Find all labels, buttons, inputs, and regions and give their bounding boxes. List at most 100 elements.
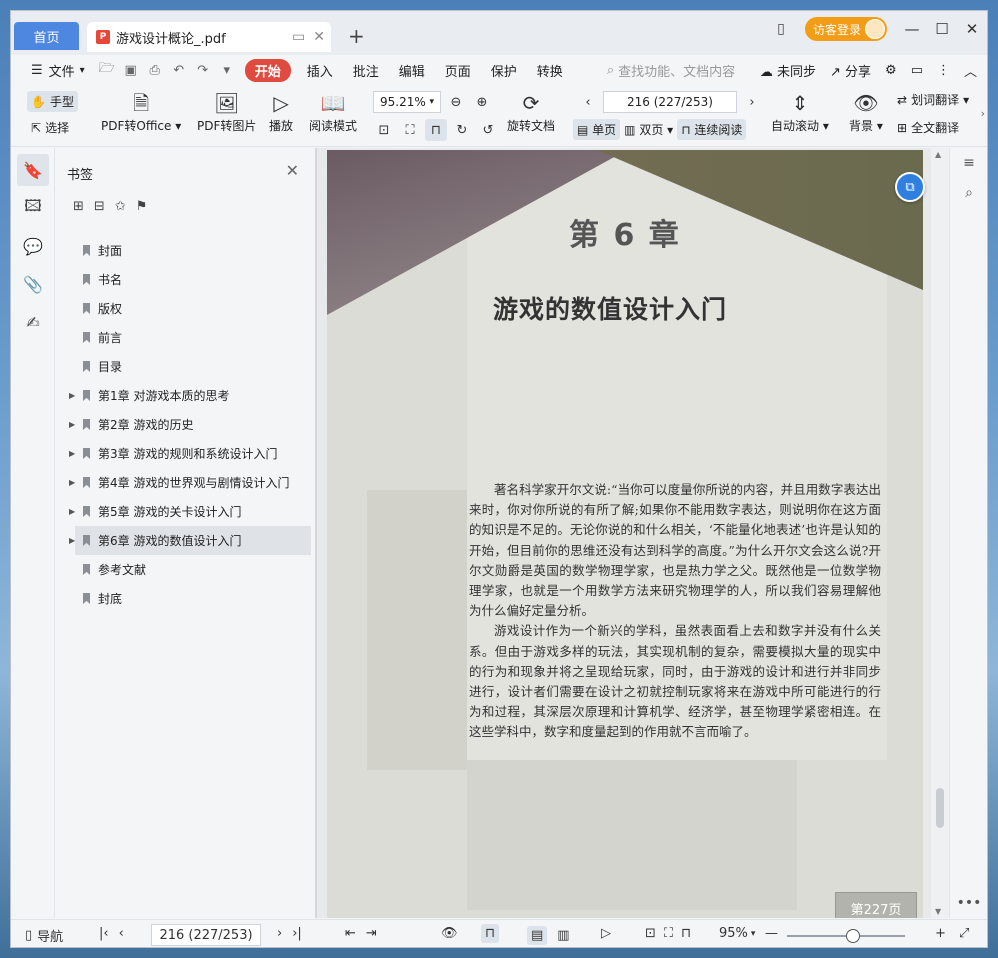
new-tab-button[interactable]: +	[348, 24, 365, 48]
scrollbar-thumb[interactable]	[936, 788, 944, 828]
background-button[interactable]: 👁 背景 ▾	[849, 89, 883, 134]
layout-icon[interactable]: ▯	[767, 21, 795, 37]
maximize-button[interactable]: ☐	[927, 20, 957, 38]
rotate-left-icon[interactable]: ↺	[477, 119, 499, 141]
add-bookmark-icon[interactable]: ⊞	[73, 199, 84, 214]
actual-size-icon[interactable]: ⊡	[645, 926, 656, 941]
signature-icon[interactable]: ✍	[17, 306, 49, 338]
bookmark-item[interactable]: ▶ 第5章 游戏的关卡设计入门	[69, 497, 311, 526]
double-page-button[interactable]: ▥ 双页 ▾	[624, 121, 673, 138]
first-page-icon[interactable]: |‹	[99, 926, 109, 941]
pdf-to-image-button[interactable]: 🖼 PDF转图片	[197, 89, 256, 134]
back-view-icon[interactable]: ⇤	[345, 926, 356, 941]
zoom-in-icon[interactable]: +	[935, 926, 946, 941]
fit-page-icon[interactable]: ⛶	[399, 119, 421, 141]
auto-scroll-button[interactable]: ⇕ 自动滚动 ▾	[771, 89, 829, 134]
page-input[interactable]: 216 (227/253)	[603, 91, 737, 113]
minimize-button[interactable]: —	[897, 20, 927, 38]
print-icon[interactable]: ⎙	[143, 63, 167, 78]
previous-page-icon[interactable]: ‹	[577, 91, 599, 113]
forward-view-icon[interactable]: ⇥	[366, 926, 377, 941]
add-child-bookmark-icon[interactable]: ⊟	[94, 199, 105, 214]
scroll-up-icon[interactable]: ▲	[935, 150, 941, 159]
bookmark-item[interactable]: 参考文献	[75, 555, 311, 584]
hand-tool-button[interactable]: ✋ 手型	[27, 91, 78, 112]
bookmark-item[interactable]: 版权	[75, 294, 311, 323]
more-down-icon[interactable]: ▾	[215, 63, 239, 78]
open-folder-icon[interactable]: 🗁	[95, 59, 119, 81]
vertical-scrollbar[interactable]: ▲ ▼	[931, 148, 949, 918]
expand-arrow-icon[interactable]: ▶	[69, 449, 75, 458]
word-translate-button[interactable]: ⇄ 划词翻译 ▾	[897, 91, 969, 108]
read-mode-button[interactable]: 📖 阅读模式	[309, 89, 357, 134]
pdf-to-office-button[interactable]: 🗎 PDF转Office ▾	[101, 89, 181, 134]
collapse-ribbon-icon[interactable]: ︿	[964, 61, 977, 80]
search-box[interactable]: ⌕ 查找功能、文档内容	[597, 61, 745, 80]
file-menu[interactable]: ☰ 文件 ▾	[21, 61, 95, 80]
expand-arrow-icon[interactable]: ▶	[69, 507, 75, 516]
menu-page[interactable]: 页面	[435, 61, 481, 80]
menu-insert[interactable]: 插入	[297, 61, 343, 80]
document-viewport[interactable]: 第 6 章 游戏的数值设计入门 著名科学家开尔文说:“当你可以度量你所说的内容，…	[317, 148, 949, 918]
share-button[interactable]: ↗ 分享	[830, 61, 871, 80]
bookmark-item[interactable]: ▶ 第1章 对游戏本质的思考	[69, 381, 311, 410]
zoom-slider-handle[interactable]	[846, 929, 860, 943]
menu-edit[interactable]: 编辑	[389, 61, 435, 80]
eye-protection-icon[interactable]: 👁	[441, 926, 458, 941]
actual-size-icon[interactable]: ⊡	[373, 119, 395, 141]
chevron-right-icon[interactable]: ›	[981, 107, 985, 120]
menu-start[interactable]: 开始	[244, 58, 291, 82]
scroll-down-icon[interactable]: ▼	[935, 907, 941, 916]
bookmark-panel-icon[interactable]: 🔖	[17, 154, 49, 186]
single-page-button[interactable]: ▤ 单页	[573, 119, 621, 140]
fit-page-icon[interactable]: ⛶	[664, 926, 673, 941]
pin-tab-icon[interactable]: ▭	[292, 29, 305, 45]
bookmark-item[interactable]: ▶ 第4章 游戏的世界观与剧情设计入门	[69, 468, 311, 497]
expand-arrow-icon[interactable]: ▶	[69, 391, 75, 400]
bookmark-star-icon[interactable]: ✩	[115, 199, 126, 214]
zoom-out-icon[interactable]: —	[765, 926, 778, 941]
comment-icon[interactable]: ▭	[911, 63, 923, 78]
expand-arrow-icon[interactable]: ▶	[69, 536, 75, 545]
select-tool-button[interactable]: ⇱ 选择	[31, 119, 69, 136]
bookmark-item[interactable]: ▶ 第2章 游戏的历史	[69, 410, 311, 439]
next-page-icon[interactable]: ›	[277, 926, 282, 941]
fullscreen-icon[interactable]: ⤢	[959, 926, 969, 941]
menu-lines-icon[interactable]: ≡	[950, 148, 987, 178]
bookmark-flag-icon[interactable]: ⚑	[136, 199, 148, 214]
full-translate-button[interactable]: ⊞ 全文翻译	[897, 119, 959, 136]
bookmark-item[interactable]: 封面	[75, 236, 311, 265]
zoom-select[interactable]: 95% ▾	[719, 926, 755, 941]
last-page-icon[interactable]: ›|	[292, 926, 302, 941]
close-tab-icon[interactable]: ✕	[313, 29, 325, 45]
zoom-in-icon[interactable]: ⊕	[471, 91, 493, 113]
bookmark-item[interactable]: 前言	[75, 323, 311, 352]
play-icon[interactable]: ▷	[601, 926, 611, 941]
previous-page-icon[interactable]: ‹	[119, 926, 124, 941]
search-text-icon[interactable]: ⌕	[950, 178, 987, 208]
menu-protect[interactable]: 保护	[481, 61, 527, 80]
bookmark-item[interactable]: ▶ 第3章 游戏的规则和系统设计入门	[69, 439, 311, 468]
fit-width-icon[interactable]: ⊓	[425, 119, 447, 141]
double-page-icon[interactable]: ▥	[557, 928, 569, 943]
next-page-icon[interactable]: ›	[741, 91, 763, 113]
tab-home[interactable]: 首页	[14, 22, 79, 50]
undo-icon[interactable]: ↶	[167, 63, 191, 78]
play-button[interactable]: ▷ 播放	[269, 89, 293, 134]
status-page-input[interactable]: 216 (227/253)	[151, 924, 261, 946]
rotate-right-icon[interactable]: ↻	[451, 119, 473, 141]
close-panel-icon[interactable]: ✕	[286, 161, 299, 180]
zoom-select[interactable]: 95.21% ▾	[373, 91, 441, 113]
sync-status[interactable]: ☁ 未同步	[760, 61, 816, 80]
menu-annotate[interactable]: 批注	[343, 61, 389, 80]
thumbnail-icon[interactable]: 🖾	[17, 192, 49, 224]
navigation-toggle[interactable]: ▯ 导航	[25, 926, 63, 945]
fit-width-icon[interactable]: ⊓	[681, 926, 691, 941]
bookmark-item[interactable]: 目录	[75, 352, 311, 381]
attachment-icon[interactable]: 📎	[17, 268, 49, 300]
save-icon[interactable]: ▣	[119, 63, 143, 78]
close-window-button[interactable]: ✕	[957, 20, 987, 38]
bookmark-item[interactable]: 书名	[75, 265, 311, 294]
expand-arrow-icon[interactable]: ▶	[69, 478, 75, 487]
redo-icon[interactable]: ↷	[191, 63, 215, 78]
